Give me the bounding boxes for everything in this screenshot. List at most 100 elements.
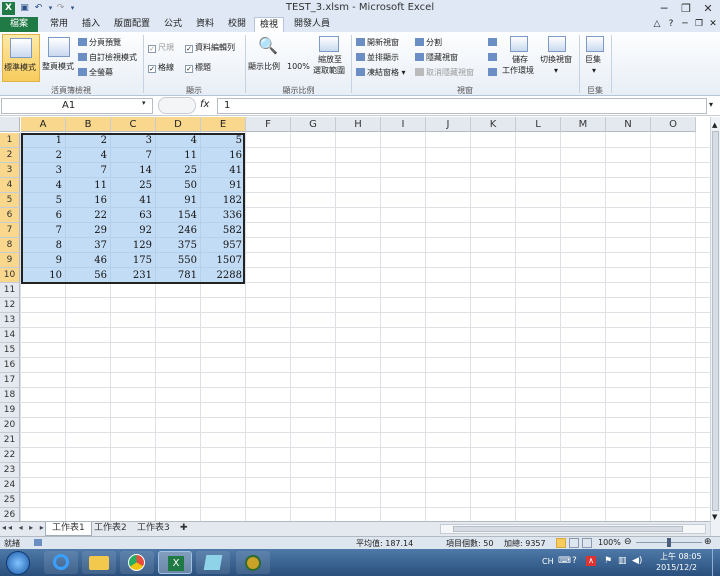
sheet-tab-3[interactable]: 工作表3: [131, 522, 176, 536]
tab-formulas[interactable]: 公式: [158, 17, 188, 32]
page-layout-view-button[interactable]: 整頁模式: [42, 34, 76, 82]
vba-app-icon[interactable]: [236, 551, 270, 574]
row-header[interactable]: 25: [0, 493, 20, 508]
column-header[interactable]: N: [606, 117, 651, 132]
row-header[interactable]: 2: [0, 148, 20, 163]
row-header[interactable]: 6: [0, 208, 20, 223]
cell-C8[interactable]: 129: [111, 238, 155, 253]
column-header[interactable]: D: [156, 117, 201, 132]
name-box-dropdown-icon[interactable]: ▾: [142, 99, 146, 107]
row-header[interactable]: 26: [0, 508, 20, 521]
column-header[interactable]: G: [291, 117, 336, 132]
cell-D6[interactable]: 154: [156, 208, 200, 223]
row-header[interactable]: 4: [0, 178, 20, 193]
input-language[interactable]: CH: [542, 557, 554, 566]
row-header[interactable]: 23: [0, 463, 20, 478]
clock-date[interactable]: 2015/12/2: [656, 563, 697, 572]
name-box[interactable]: A1: [1, 98, 153, 114]
column-header[interactable]: O: [651, 117, 696, 132]
column-header[interactable]: B: [66, 117, 111, 132]
cell-C6[interactable]: 63: [111, 208, 155, 223]
row-header[interactable]: 24: [0, 478, 20, 493]
cell-C10[interactable]: 231: [111, 268, 155, 283]
page-layout-status-icon[interactable]: [569, 538, 579, 548]
view-side-by-side-icon[interactable]: [488, 37, 499, 48]
switch-windows-button[interactable]: 切換視窗 ▾: [540, 34, 576, 82]
row-header[interactable]: 8: [0, 238, 20, 253]
column-header[interactable]: C: [111, 117, 156, 132]
file-explorer-icon[interactable]: [82, 551, 116, 574]
tab-review[interactable]: 校閱: [222, 17, 252, 32]
cell-D3[interactable]: 25: [156, 163, 200, 178]
cell-E2[interactable]: 16: [201, 148, 245, 163]
row-header[interactable]: 22: [0, 448, 20, 463]
worksheet-grid[interactable]: ABCDEFGHIJKLMNO 1 2 3 4 5 6 7 8 9 10 11 12 13 14 15 16 1…: [0, 117, 710, 521]
minimize-ribbon-icon[interactable]: △: [652, 17, 662, 32]
cell-A4[interactable]: 4: [21, 178, 65, 193]
help-icon[interactable]: ?: [666, 17, 676, 32]
column-header[interactable]: A: [21, 117, 66, 132]
vertical-scroll-thumb[interactable]: [712, 131, 719, 511]
row-header[interactable]: 19: [0, 403, 20, 418]
cell-D4[interactable]: 50: [156, 178, 200, 193]
formula-bar-checkbox[interactable]: ✓ 資料編輯列: [185, 42, 235, 53]
cell-D9[interactable]: 550: [156, 253, 200, 268]
cell-B2[interactable]: 4: [66, 148, 110, 163]
full-screen-button[interactable]: 全螢幕: [78, 67, 113, 78]
scroll-down-icon[interactable]: ▼: [712, 513, 717, 521]
row-header[interactable]: 21: [0, 433, 20, 448]
row-header[interactable]: 16: [0, 358, 20, 373]
column-header[interactable]: I: [381, 117, 426, 132]
cell-E10[interactable]: 2288: [201, 268, 245, 283]
cell-D1[interactable]: 4: [156, 133, 200, 148]
cell-D2[interactable]: 11: [156, 148, 200, 163]
row-header[interactable]: 13: [0, 313, 20, 328]
cell-D8[interactable]: 375: [156, 238, 200, 253]
zoom-out-icon[interactable]: ⊖: [624, 537, 632, 547]
cell-A8[interactable]: 8: [21, 238, 65, 253]
cell-E6[interactable]: 336: [201, 208, 245, 223]
cell-A3[interactable]: 3: [21, 163, 65, 178]
cell-D5[interactable]: 91: [156, 193, 200, 208]
show-desktop-button[interactable]: [712, 549, 720, 576]
arrange-all-button[interactable]: 並排顯示: [356, 52, 399, 63]
excel-taskbar-icon[interactable]: X: [158, 551, 192, 574]
tab-data[interactable]: 資料: [190, 17, 220, 32]
macros-button[interactable]: 巨集 ▾: [582, 34, 608, 82]
cell-C1[interactable]: 3: [111, 133, 155, 148]
cell-E8[interactable]: 957: [201, 238, 245, 253]
cell-C7[interactable]: 92: [111, 223, 155, 238]
zoom-level[interactable]: 100%: [598, 538, 621, 547]
row-header[interactable]: 15: [0, 343, 20, 358]
column-header[interactable]: L: [516, 117, 561, 132]
row-header[interactable]: 5: [0, 193, 20, 208]
cell-C5[interactable]: 41: [111, 193, 155, 208]
column-header[interactable]: H: [336, 117, 381, 132]
tab-view[interactable]: 檢視: [254, 17, 284, 33]
vertical-scrollbar[interactable]: ▲ ▼: [710, 117, 720, 536]
restore-button[interactable]: ❐: [676, 1, 696, 16]
page-break-status-icon[interactable]: [582, 538, 592, 548]
cell-A1[interactable]: 1: [21, 133, 65, 148]
minimize-button[interactable]: ─: [654, 1, 674, 16]
row-header[interactable]: 12: [0, 298, 20, 313]
insert-sheet-icon[interactable]: ✚: [174, 522, 194, 536]
cell-C4[interactable]: 25: [111, 178, 155, 193]
column-header[interactable]: F: [246, 117, 291, 132]
action-center-flag-icon[interactable]: ⚑: [604, 556, 612, 566]
sheet-tab-2[interactable]: 工作表2: [88, 522, 133, 536]
cell-B1[interactable]: 2: [66, 133, 110, 148]
custom-views-button[interactable]: 自訂檢視模式: [78, 52, 137, 63]
volume-icon[interactable]: ◀): [632, 556, 642, 566]
column-header[interactable]: J: [426, 117, 471, 132]
headings-checkbox[interactable]: ✓ 標題: [185, 62, 211, 73]
chrome-icon[interactable]: [120, 551, 154, 574]
unhide-window-button[interactable]: 取消隱藏視窗: [415, 67, 474, 78]
freeze-panes-button[interactable]: 凍結窗格 ▾: [356, 67, 406, 78]
cell-E5[interactable]: 182: [201, 193, 245, 208]
synchronous-scrolling-icon[interactable]: [488, 52, 499, 63]
ime-icon[interactable]: ⌨: [558, 556, 571, 566]
zoom-button[interactable]: 🔍 顯示比例: [248, 34, 284, 82]
zoom-in-icon[interactable]: ⊕: [704, 537, 712, 547]
insert-function-button[interactable]: fx: [200, 99, 209, 110]
